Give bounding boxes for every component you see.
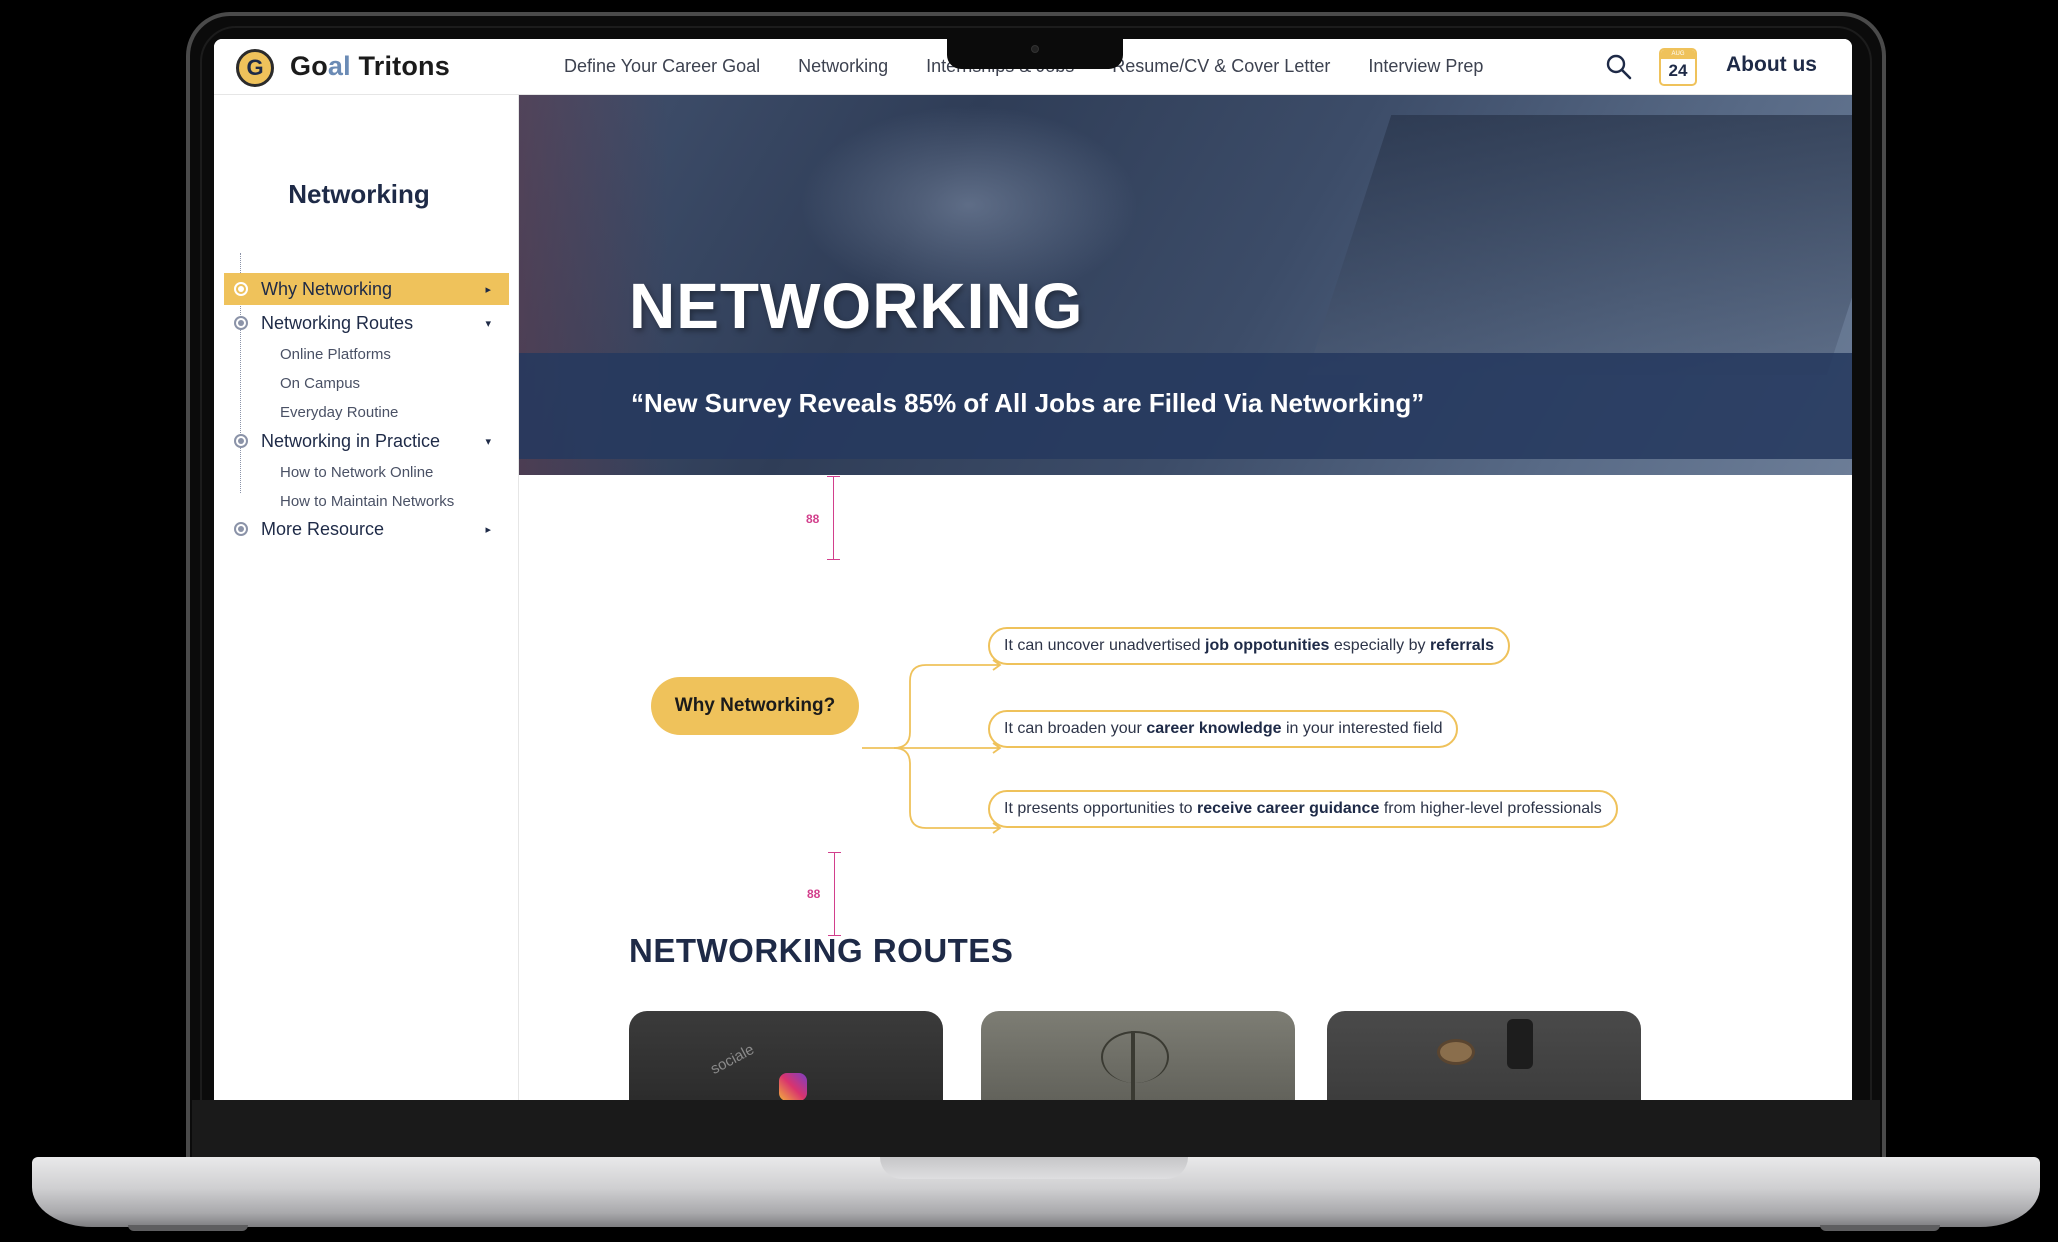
camera-notch xyxy=(947,39,1123,69)
hero-photo-laptop xyxy=(1306,115,1852,375)
laptop-opening-notch xyxy=(880,1157,1188,1179)
sidebar-item-why-networking[interactable]: Why Networking ▸ xyxy=(224,273,509,305)
reason-text: especially by xyxy=(1333,637,1426,654)
bottle-image xyxy=(1507,1019,1533,1069)
route-card-online-platforms[interactable]: sociale xyxy=(629,1011,943,1100)
bullet-icon xyxy=(234,316,248,330)
reason-broaden-knowledge: It can broaden your career knowledge in … xyxy=(988,710,1459,748)
sidebar-item-label: Networking Routes xyxy=(261,312,414,333)
sidebar-subitem-on-campus[interactable]: On Campus xyxy=(280,375,360,392)
route-card-everyday-routine[interactable] xyxy=(1327,1011,1641,1100)
reason-bold: career knowledge xyxy=(1146,720,1282,737)
caret-down-icon: ▾ xyxy=(485,317,491,330)
spacing-marker-top xyxy=(827,476,841,560)
route-card-on-campus[interactable] xyxy=(981,1011,1295,1100)
spacing-label-bottom: 88 xyxy=(807,887,821,901)
reason-text: It can broaden your xyxy=(1004,720,1142,737)
sidebar-subitem-maintain-networks[interactable]: How to Maintain Networks xyxy=(280,493,454,510)
logo-text-part: Go xyxy=(290,51,328,81)
nav-link-resume-cover-letter[interactable]: Resume/CV & Cover Letter xyxy=(1112,56,1330,77)
calendar-day: 24 xyxy=(1668,61,1688,80)
logo-icon[interactable]: G xyxy=(236,49,274,87)
site-logo[interactable]: Goal Tritons xyxy=(290,51,450,82)
bowl-image xyxy=(1437,1039,1475,1065)
sidebar: Networking Why Networking ▸ Networking R… xyxy=(214,95,519,1100)
sidebar-item-networking-routes[interactable]: Networking Routes ▾ xyxy=(224,307,509,339)
about-us-link[interactable]: About us xyxy=(1726,53,1817,77)
hero-quote-band: “New Survey Reveals 85% of All Jobs are … xyxy=(519,353,1852,459)
calendar-month: AUG xyxy=(1661,50,1695,59)
laptop-chin xyxy=(192,1100,1880,1158)
bullet-icon xyxy=(234,282,248,296)
spacing-label-top: 88 xyxy=(806,512,820,526)
sidebar-title: Networking xyxy=(288,179,430,209)
sidebar-item-label: Networking in Practice xyxy=(261,430,441,451)
nav-link-define-career-goal[interactable]: Define Your Career Goal xyxy=(564,56,760,77)
spacing-marker-bottom xyxy=(828,852,842,936)
hero-quote: “New Survey Reveals 85% of All Jobs are … xyxy=(631,388,1425,418)
bullet-icon xyxy=(234,522,248,536)
reason-bold: referrals xyxy=(1429,637,1494,654)
laptop-foot xyxy=(128,1225,248,1231)
sidebar-subitem-network-online[interactable]: How to Network Online xyxy=(280,464,433,481)
reason-bold: job oppotunities xyxy=(1205,637,1330,654)
card-image-text: sociale xyxy=(707,1041,757,1078)
hero-title: NETWORKING xyxy=(629,270,1084,342)
nav-link-interview-prep[interactable]: Interview Prep xyxy=(1368,56,1483,77)
calendar-icon[interactable]: AUG 24 xyxy=(1659,48,1697,86)
sidebar-item-networking-in-practice[interactable]: Networking in Practice ▾ xyxy=(224,425,509,457)
sidebar-item-label: More Resource xyxy=(261,518,385,539)
reason-text: in your interested field xyxy=(1285,720,1443,737)
caret-down-icon: ▾ xyxy=(485,435,491,448)
reason-text: It presents opportunities to xyxy=(1004,800,1193,817)
reason-text: from higher-level professionals xyxy=(1383,800,1602,817)
sidebar-subitem-online-platforms[interactable]: Online Platforms xyxy=(280,346,391,363)
sidebar-item-more-resource[interactable]: More Resource ▸ xyxy=(224,513,509,545)
networking-routes-heading: NETWORKING ROUTES xyxy=(629,932,1014,969)
logo-text-part: Tritons xyxy=(350,51,450,81)
laptop-foot xyxy=(1820,1225,1940,1231)
nav-link-networking[interactable]: Networking xyxy=(798,56,888,77)
why-networking-node: Why Networking? xyxy=(651,677,859,735)
caret-right-icon: ▸ xyxy=(485,523,491,536)
reason-uncover-opportunities: It can uncover unadvertised job oppotuni… xyxy=(988,627,1510,665)
search-icon[interactable] xyxy=(1605,53,1633,81)
sidebar-item-label: Why Networking xyxy=(261,278,393,299)
instagram-icon xyxy=(779,1073,807,1100)
screen: G Goal Tritons Define Your Career Goal N… xyxy=(214,39,1852,1100)
caret-right-icon: ▸ xyxy=(485,283,491,296)
camera-icon xyxy=(1031,45,1039,53)
sidebar-subitem-everyday-routine[interactable]: Everyday Routine xyxy=(280,404,398,421)
tree-image xyxy=(1101,1031,1169,1100)
logo-text-accent: al xyxy=(327,51,351,81)
reason-bold: receive career guidance xyxy=(1197,800,1380,817)
bullet-icon xyxy=(234,434,248,448)
reason-text: It can uncover unadvertised xyxy=(1004,637,1201,654)
hero-banner: NETWORKING “New Survey Reveals 85% of Al… xyxy=(519,95,1852,475)
reason-career-guidance: It presents opportunities to receive car… xyxy=(988,790,1618,828)
